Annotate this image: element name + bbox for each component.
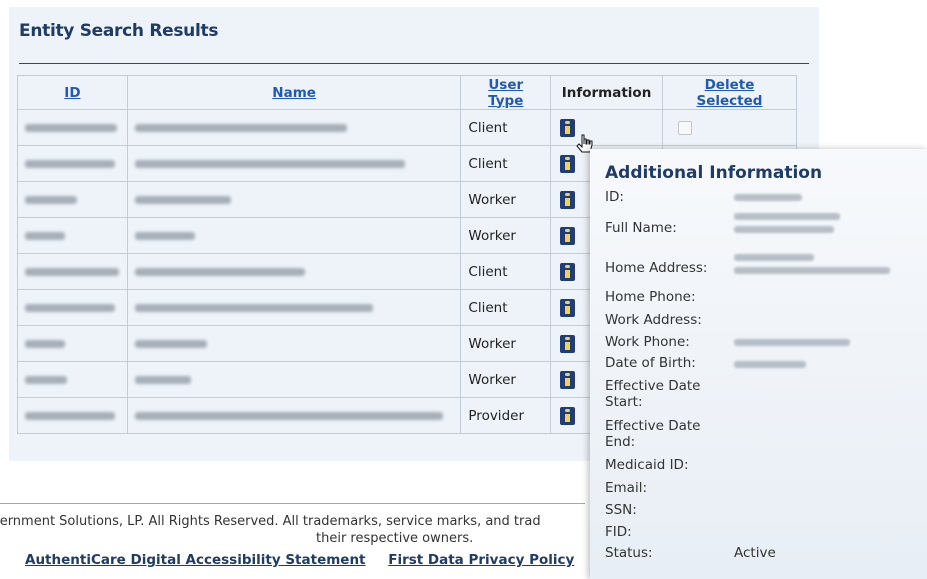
popup-id-value — [734, 194, 802, 201]
row-id-cell — [17, 325, 128, 362]
page-title: Entity Search Results — [19, 21, 219, 41]
name-column-header[interactable]: Name — [126, 75, 462, 110]
row-delete-cell — [661, 109, 798, 146]
row-information-cell — [550, 109, 663, 146]
info-icon[interactable] — [560, 190, 576, 209]
popup-work-phone-label: Work Phone: — [605, 334, 690, 350]
popup-ssn-label: SSN: — [605, 502, 637, 518]
row-id-cell — [17, 361, 128, 398]
popup-home-phone-label: Home Phone: — [605, 289, 696, 305]
popup-dob-label: Date of Birth: — [605, 355, 696, 371]
row-user-type-cell: Client — [460, 289, 552, 326]
additional-information-popup: Additional Information ID: Full Name: Ho… — [590, 149, 927, 579]
accessibility-statement-link[interactable]: AuthentiCare Digital Accessibility State… — [25, 552, 366, 568]
popup-work-phone-value — [734, 339, 850, 346]
row-name-cell — [126, 325, 462, 362]
row-id-cell — [17, 181, 128, 218]
row-id-cell — [17, 397, 128, 434]
popup-work-address-label: Work Address: — [605, 312, 702, 328]
row-name-cell — [126, 145, 462, 182]
row-user-type-cell: Provider — [460, 397, 552, 434]
popup-full-name-label: Full Name: — [605, 220, 677, 236]
row-name-cell — [126, 253, 462, 290]
table-header-row: ID Name User Type Information Delete Sel… — [17, 75, 798, 110]
popup-medicaid-id-label: Medicaid ID: — [605, 457, 689, 473]
privacy-policy-link[interactable]: First Data Privacy Policy — [388, 552, 574, 568]
row-name-cell — [126, 361, 462, 398]
id-column-header[interactable]: ID — [17, 75, 128, 110]
popup-home-address-label: Home Address: — [605, 260, 708, 276]
row-user-type-cell: Client — [460, 145, 552, 182]
info-icon[interactable] — [560, 334, 576, 353]
popup-dob-value — [734, 361, 806, 368]
row-name-cell — [126, 181, 462, 218]
popup-effective-start-label: Effective Date Start: — [605, 378, 701, 410]
row-user-type-cell: Worker — [460, 181, 552, 218]
row-name-cell — [126, 109, 462, 146]
info-icon[interactable] — [560, 406, 576, 425]
row-user-type-cell: Client — [460, 253, 552, 290]
popup-home-address-value — [734, 254, 890, 274]
footer-divider — [0, 503, 585, 504]
row-id-cell — [17, 289, 128, 326]
popup-title: Additional Information — [605, 163, 823, 183]
information-column-header: Information — [550, 75, 663, 110]
table-row: Client — [17, 109, 798, 146]
delete-checkbox[interactable] — [677, 120, 692, 135]
row-id-cell — [17, 145, 128, 182]
copyright-text-line2: their respective owners. — [316, 531, 474, 546]
row-name-cell — [126, 397, 462, 434]
row-id-cell — [17, 217, 128, 254]
info-icon[interactable] — [560, 370, 576, 389]
row-user-type-cell: Worker — [460, 217, 552, 254]
user-type-column-header[interactable]: User Type — [460, 75, 552, 110]
row-id-cell — [17, 253, 128, 290]
popup-fid-label: FID: — [605, 524, 632, 540]
row-user-type-cell: Client — [460, 109, 552, 146]
row-user-type-cell: Worker — [460, 361, 552, 398]
popup-id-label: ID: — [605, 189, 624, 205]
info-icon[interactable] — [560, 226, 576, 245]
info-icon[interactable] — [560, 154, 576, 173]
row-name-cell — [126, 289, 462, 326]
delete-selected-header[interactable]: Delete Selected — [661, 75, 798, 110]
info-icon[interactable] — [560, 262, 576, 281]
row-user-type-cell: Worker — [460, 325, 552, 362]
popup-status-label: Status: — [605, 545, 653, 561]
popup-status-value: Active — [734, 545, 776, 561]
row-id-cell — [17, 109, 128, 146]
popup-full-name-value — [734, 213, 840, 233]
title-divider — [19, 63, 809, 64]
info-icon[interactable] — [560, 118, 576, 137]
row-name-cell — [126, 217, 462, 254]
popup-effective-end-label: Effective Date End: — [605, 418, 701, 450]
footer-links: AuthentiCare Digital Accessibility State… — [25, 552, 592, 568]
copyright-text: vernment Solutions, LP. All Rights Reser… — [0, 514, 541, 529]
info-icon[interactable] — [560, 298, 576, 317]
popup-email-label: Email: — [605, 480, 648, 496]
